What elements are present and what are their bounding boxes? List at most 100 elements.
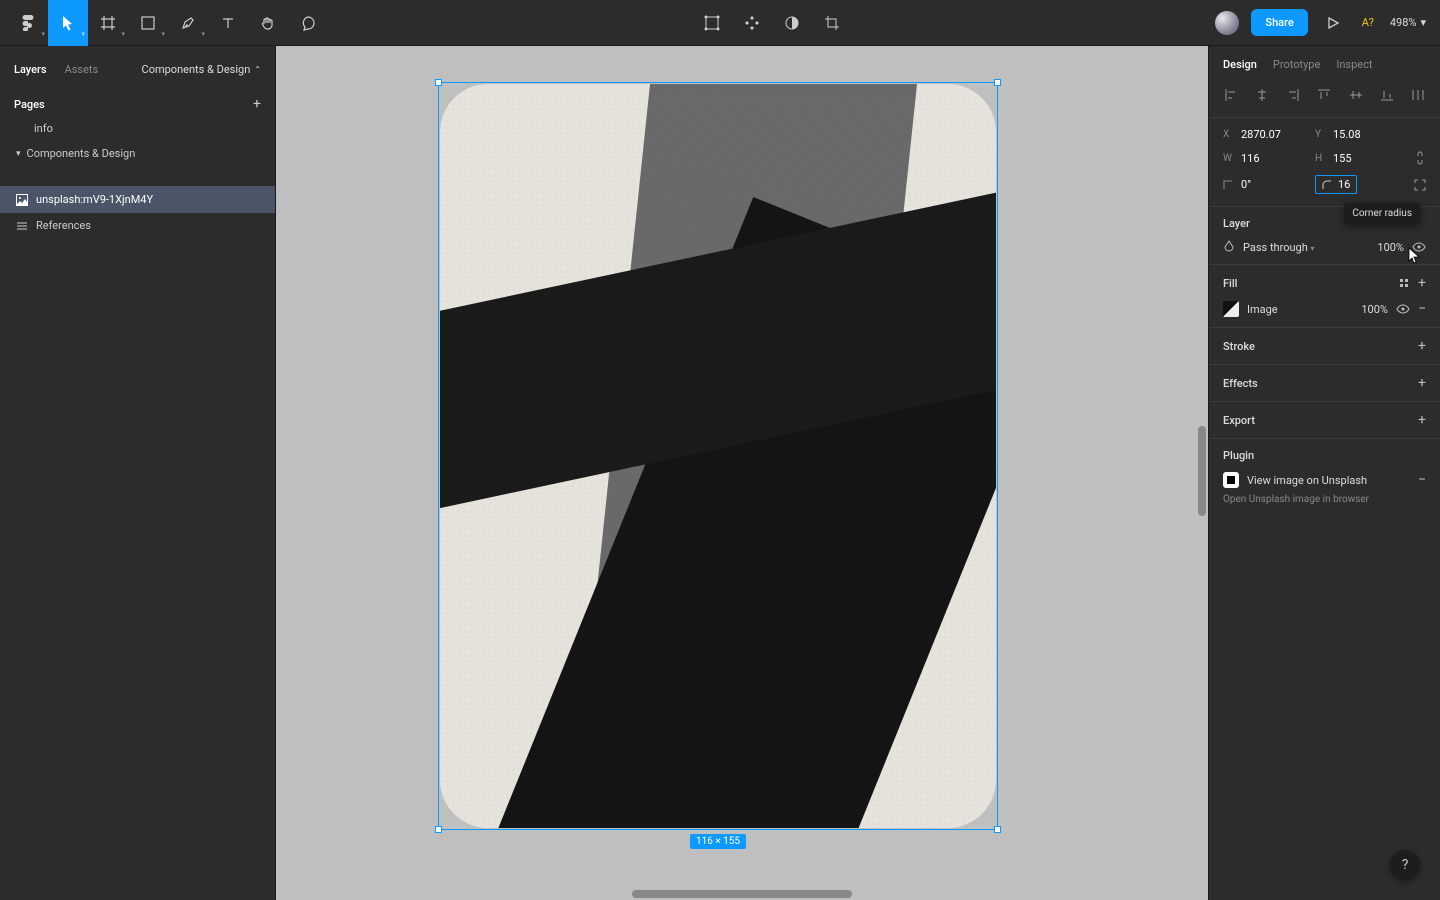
scrollbar-horizontal[interactable] [632, 890, 852, 898]
independent-corners-button[interactable] [1414, 179, 1426, 191]
chevron-down-icon: ▾ [201, 30, 205, 38]
vector-edit-icon [704, 15, 720, 31]
resize-handle-tl[interactable] [435, 79, 442, 86]
add-stroke-button[interactable]: + [1418, 338, 1426, 354]
remove-fill-button[interactable]: − [1418, 301, 1426, 317]
layer-item-label: unsplash:mV9-1XjnM4Y [36, 193, 153, 206]
stroke-title: Stroke [1223, 340, 1255, 353]
mask-icon [784, 15, 800, 31]
tab-assets[interactable]: Assets [65, 63, 99, 76]
comment-tool-button[interactable] [288, 0, 328, 46]
fill-opacity[interactable]: 100% [1361, 303, 1388, 316]
tooltip-corner-radius: Corner radius [1344, 203, 1420, 224]
export-title: Export [1223, 414, 1255, 427]
layer-item-references[interactable]: References [0, 213, 275, 238]
remove-plugin-button[interactable]: − [1418, 472, 1426, 488]
chevron-down-icon: ▾ [1420, 16, 1426, 29]
layer-opacity-value[interactable]: 100% [1377, 241, 1404, 254]
pages-title: Pages [14, 98, 45, 111]
align-hcenter-button[interactable] [1252, 85, 1272, 105]
align-vcenter-button[interactable] [1346, 85, 1366, 105]
effects-title: Effects [1223, 377, 1258, 390]
align-left-button[interactable] [1221, 85, 1241, 105]
rectangle-icon [141, 16, 155, 30]
page-item-info[interactable]: info [0, 116, 275, 141]
x-value[interactable]: 2870.07 [1241, 128, 1281, 141]
main-menu-button[interactable]: ▾ [8, 0, 48, 46]
add-fill-button[interactable]: + [1418, 275, 1426, 291]
user-avatar[interactable] [1215, 11, 1239, 35]
tab-prototype[interactable]: Prototype [1273, 58, 1320, 71]
frame-tool-button[interactable]: ▾ [88, 0, 128, 46]
fill-visibility-button[interactable] [1396, 304, 1410, 314]
resize-handle-bl[interactable] [435, 826, 442, 833]
project-name: Components & Design [142, 63, 251, 76]
align-top-button[interactable] [1314, 85, 1334, 105]
page-picker[interactable]: Components & Design⌃ [142, 63, 261, 76]
align-right-button[interactable] [1283, 85, 1303, 105]
toolbar-right: Share A? 498%▾ [1215, 9, 1432, 36]
frame-icon [100, 15, 116, 31]
zoom-value: 498% [1390, 16, 1417, 29]
canvas[interactable]: 116 × 155 [276, 46, 1208, 900]
tab-inspect[interactable]: Inspect [1336, 58, 1372, 71]
create-component-button[interactable] [734, 5, 770, 41]
text-tool-button[interactable] [208, 0, 248, 46]
corner-radius-input[interactable]: 16 [1315, 175, 1357, 194]
move-tool-button[interactable]: ▾ [48, 0, 88, 46]
toolbar-left: ▾ ▾ ▾ ▾ ▾ [8, 0, 328, 46]
page-item-components[interactable]: ▾ Components & Design [0, 141, 275, 166]
layer-item-label: References [36, 219, 91, 232]
pen-icon [180, 15, 196, 31]
w-value[interactable]: 116 [1241, 152, 1260, 165]
chevron-down-icon: ▾ [1311, 244, 1315, 253]
layer-visibility-button[interactable] [1412, 242, 1426, 252]
add-page-button[interactable]: + [253, 96, 261, 112]
present-button[interactable] [1320, 16, 1346, 30]
corner-radius-icon [1322, 180, 1332, 190]
plugin-action[interactable]: View image on Unsplash [1247, 474, 1367, 487]
rotation-icon [1223, 180, 1233, 190]
h-value[interactable]: 155 [1333, 152, 1352, 165]
fill-type[interactable]: Image [1247, 303, 1278, 316]
edit-object-button[interactable] [694, 5, 730, 41]
pen-tool-button[interactable]: ▾ [168, 0, 208, 46]
crop-icon [824, 15, 840, 31]
tab-design[interactable]: Design [1223, 58, 1257, 71]
figma-logo-icon [20, 15, 36, 31]
scrollbar-vertical[interactable] [1198, 426, 1206, 516]
right-panel-tabs: Design Prototype Inspect [1209, 46, 1440, 79]
y-value[interactable]: 15.08 [1333, 128, 1361, 141]
rotation-value[interactable]: 0° [1241, 178, 1251, 191]
share-button[interactable]: Share [1251, 9, 1307, 36]
resize-handle-br[interactable] [994, 826, 1001, 833]
eye-icon [1396, 304, 1410, 314]
add-effect-button[interactable]: + [1418, 375, 1426, 391]
pages-header: Pages + [0, 84, 275, 116]
mask-button[interactable] [774, 5, 810, 41]
resize-handle-tr[interactable] [994, 79, 1001, 86]
align-bottom-button[interactable] [1377, 85, 1397, 105]
add-export-button[interactable]: + [1418, 412, 1426, 428]
right-panel: Design Prototype Inspect X2870.07 Y15.08… [1208, 46, 1440, 900]
hand-tool-button[interactable] [248, 0, 288, 46]
effects-section: Effects + [1209, 365, 1440, 402]
w-label: W [1223, 153, 1233, 164]
tab-layers[interactable]: Layers [14, 63, 47, 76]
shape-tool-button[interactable]: ▾ [128, 0, 168, 46]
style-picker-button[interactable] [1400, 279, 1408, 287]
distribute-button[interactable] [1408, 85, 1428, 105]
blend-mode-icon[interactable] [1223, 240, 1235, 254]
crop-button[interactable] [814, 5, 850, 41]
zoom-dropdown[interactable]: 498%▾ [1390, 16, 1432, 29]
constrain-proportions-button[interactable] [1414, 151, 1426, 165]
blend-mode-select[interactable]: Pass through ▾ [1243, 241, 1315, 254]
plugin-section: Plugin View image on Unsplash − Open Uns… [1209, 439, 1440, 515]
transform-section: X2870.07 Y15.08 W116 H155 0° 16 Corner r… [1209, 118, 1440, 207]
left-panel: Layers Assets Components & Design⌃ Pages… [0, 46, 276, 900]
help-button[interactable]: ? [1390, 850, 1420, 880]
chevron-down-icon: ▾ [16, 149, 21, 159]
top-toolbar: ▾ ▾ ▾ ▾ ▾ S [0, 0, 1440, 46]
fill-swatch[interactable] [1223, 301, 1239, 317]
layer-item-selected[interactable]: unsplash:mV9-1XjnM4Y [0, 186, 275, 213]
